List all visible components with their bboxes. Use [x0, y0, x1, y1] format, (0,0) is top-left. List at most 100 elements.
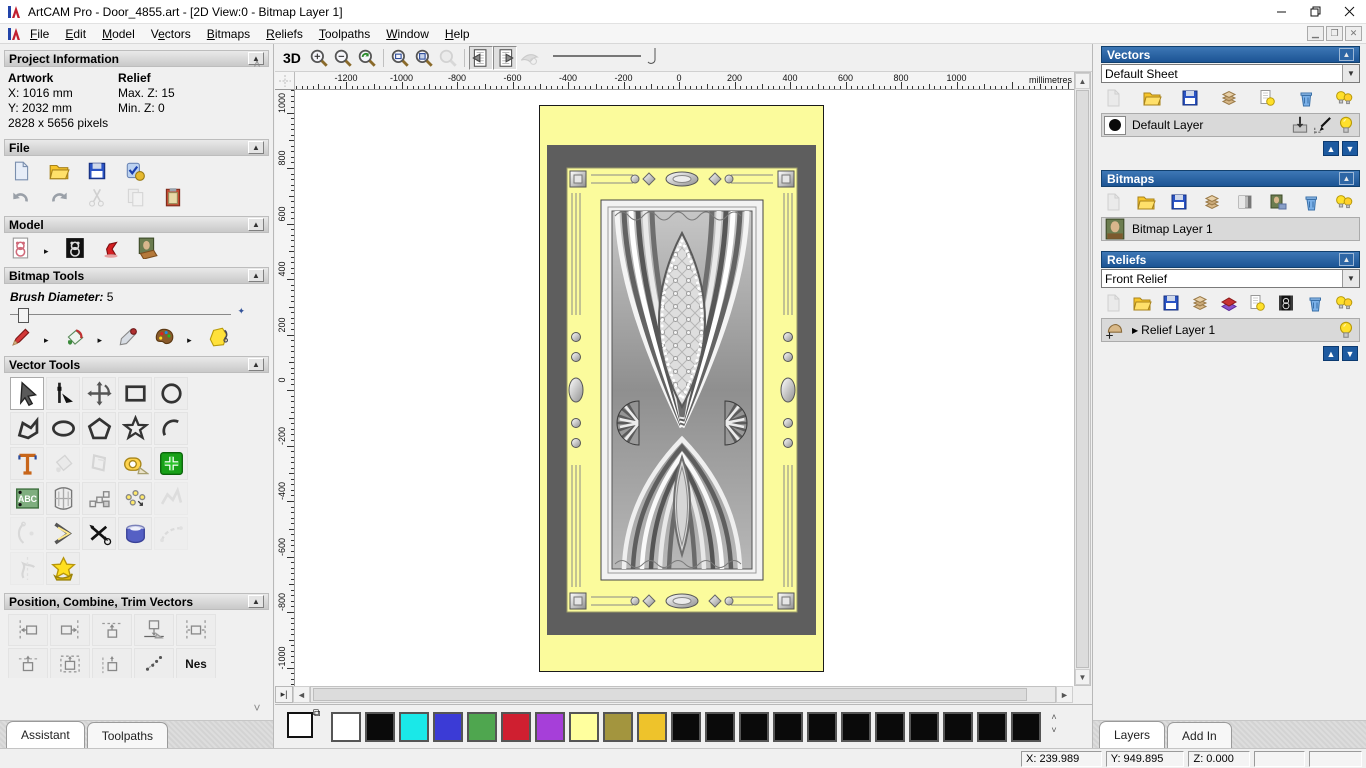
paint-pen-icon[interactable]	[10, 326, 32, 348]
text-block-icon[interactable]: ABC	[10, 482, 44, 515]
merge-stack-icon[interactable]	[1190, 293, 1210, 313]
zoom-in-icon[interactable]	[307, 46, 331, 70]
bulbs-all-icon[interactable]	[1334, 88, 1354, 108]
vertical-scrollbar[interactable]: ▲ ▼	[1074, 72, 1091, 686]
trim-icon[interactable]	[82, 517, 116, 550]
primary-color[interactable]	[287, 712, 313, 738]
menu-file[interactable]: File	[22, 25, 57, 43]
collapse-button[interactable]: ▲	[248, 141, 264, 154]
palette-swatch[interactable]	[569, 712, 599, 742]
star-icon[interactable]	[118, 412, 152, 445]
palette-swatch[interactable]	[501, 712, 531, 742]
slider-thumb[interactable]	[18, 308, 29, 323]
panel-scroll-down[interactable]: ˅	[249, 702, 265, 714]
eyedropper-icon[interactable]	[117, 326, 139, 348]
restore-button[interactable]	[1298, 0, 1332, 23]
layer-color-swatch[interactable]	[1104, 115, 1126, 135]
horizontal-scroll-thumb[interactable]	[313, 688, 1028, 701]
lamp-icon[interactable]	[100, 237, 122, 259]
bulbs-all-icon[interactable]	[1334, 293, 1354, 313]
align-t2-icon[interactable]	[50, 648, 90, 678]
bulbs-all-icon[interactable]	[1334, 192, 1354, 212]
nesting-icon[interactable]: Nes	[176, 648, 216, 678]
palette-swatch[interactable]	[841, 712, 871, 742]
palette-swatch[interactable]	[739, 712, 769, 742]
palette-swatch[interactable]	[671, 712, 701, 742]
measure-icon[interactable]	[118, 447, 152, 480]
flyout-arrow-icon[interactable]: ▸	[98, 335, 103, 346]
move-layer-down-button[interactable]: ▼	[1342, 141, 1358, 156]
trash-icon[interactable]	[1296, 88, 1316, 108]
palette-swatch[interactable]	[433, 712, 463, 742]
rectangle-icon[interactable]	[118, 377, 152, 410]
tab-layers[interactable]: Layers	[1099, 721, 1166, 748]
menu-model[interactable]: Model	[94, 25, 143, 43]
palette-scroll-down-icon[interactable]: ˅	[1045, 725, 1063, 735]
palette-swatch[interactable]	[943, 712, 973, 742]
distort-icon[interactable]	[46, 482, 80, 515]
undo-icon[interactable]	[10, 186, 32, 208]
menu-vectors[interactable]: Vectors	[143, 25, 199, 43]
palette-swatch[interactable]	[399, 712, 429, 742]
palette-swatch[interactable]	[705, 712, 735, 742]
extrude-icon[interactable]	[118, 517, 152, 550]
menu-edit[interactable]: Edit	[57, 25, 94, 43]
texture-icon[interactable]	[207, 326, 229, 348]
panel-scroll-up[interactable]: ˄	[249, 58, 265, 70]
align-left-icon[interactable]	[8, 614, 48, 646]
trash-icon[interactable]	[1301, 192, 1321, 212]
zoom-object-icon[interactable]	[412, 46, 436, 70]
bulb-icon[interactable]	[1335, 114, 1357, 136]
open-folder-icon[interactable]	[1136, 192, 1156, 212]
align-top-icon[interactable]	[92, 614, 132, 646]
polyline-icon[interactable]	[10, 412, 44, 445]
scatter-icon[interactable]	[134, 648, 174, 678]
collapse-button[interactable]: ▲	[248, 218, 264, 231]
horizontal-scroll-track[interactable]	[310, 686, 1056, 703]
palette-swatch[interactable]	[909, 712, 939, 742]
palette-swatch[interactable]	[365, 712, 395, 742]
flyout-arrow-icon[interactable]: ▸	[44, 246, 49, 257]
add-clipart-icon[interactable]	[154, 447, 188, 480]
tab-assistant[interactable]: Assistant	[6, 721, 85, 748]
zoom-previous-icon[interactable]	[355, 46, 379, 70]
align-bottom-icon[interactable]	[134, 614, 174, 646]
tab-add-in[interactable]: Add In	[1167, 722, 1232, 748]
merge-up-icon[interactable]	[1289, 114, 1311, 136]
relief-layer-row[interactable]: ▶ Relief Layer 1	[1101, 318, 1360, 342]
merge-stack-icon[interactable]	[1219, 88, 1239, 108]
trash-icon[interactable]	[1305, 293, 1325, 313]
menu-window[interactable]: Window	[378, 25, 437, 43]
palette-swatch[interactable]	[331, 712, 361, 742]
line-width-preview[interactable]	[551, 45, 661, 70]
circle-icon[interactable]	[154, 377, 188, 410]
palette-swatch[interactable]	[467, 712, 497, 742]
zoom-fit-icon[interactable]	[388, 46, 412, 70]
brush-diameter-slider[interactable]: ✦	[10, 306, 261, 323]
align-t3-icon[interactable]	[92, 648, 132, 678]
bulb-doc-icon[interactable]	[1247, 293, 1267, 313]
collapse-button[interactable]: ▲	[1339, 253, 1354, 266]
page-right-icon[interactable]	[492, 45, 517, 70]
flood-fill-icon[interactable]	[64, 326, 86, 348]
teddy-film-icon[interactable]	[1276, 293, 1296, 313]
palette-swatch[interactable]	[535, 712, 565, 742]
color-link-icon[interactable]: ⧉	[313, 708, 320, 719]
mdi-restore-button[interactable]: ❐	[1326, 26, 1343, 41]
scroll-left-arrow-icon[interactable]: ◄	[293, 686, 310, 703]
mdi-minimize-button[interactable]: ▁	[1307, 26, 1324, 41]
open-folder-icon[interactable]	[48, 160, 70, 182]
merge-stack-icon[interactable]	[1202, 192, 1222, 212]
close-button[interactable]	[1332, 0, 1366, 23]
bitmap-layer-row[interactable]: Bitmap Layer 1	[1101, 217, 1360, 241]
model-check-icon[interactable]	[124, 160, 146, 182]
bulb-doc-icon[interactable]	[1257, 88, 1277, 108]
nudge-icon[interactable]	[118, 482, 152, 515]
ellipse-icon[interactable]	[46, 412, 80, 445]
expand-arrow-icon[interactable]: ▶	[1132, 326, 1138, 335]
block-copy-icon[interactable]	[82, 482, 116, 515]
tab-toolpaths[interactable]: Toolpaths	[86, 722, 169, 748]
polygon-icon[interactable]	[82, 412, 116, 445]
menu-reliefs[interactable]: Reliefs	[258, 25, 311, 43]
transform-icon[interactable]	[82, 377, 116, 410]
